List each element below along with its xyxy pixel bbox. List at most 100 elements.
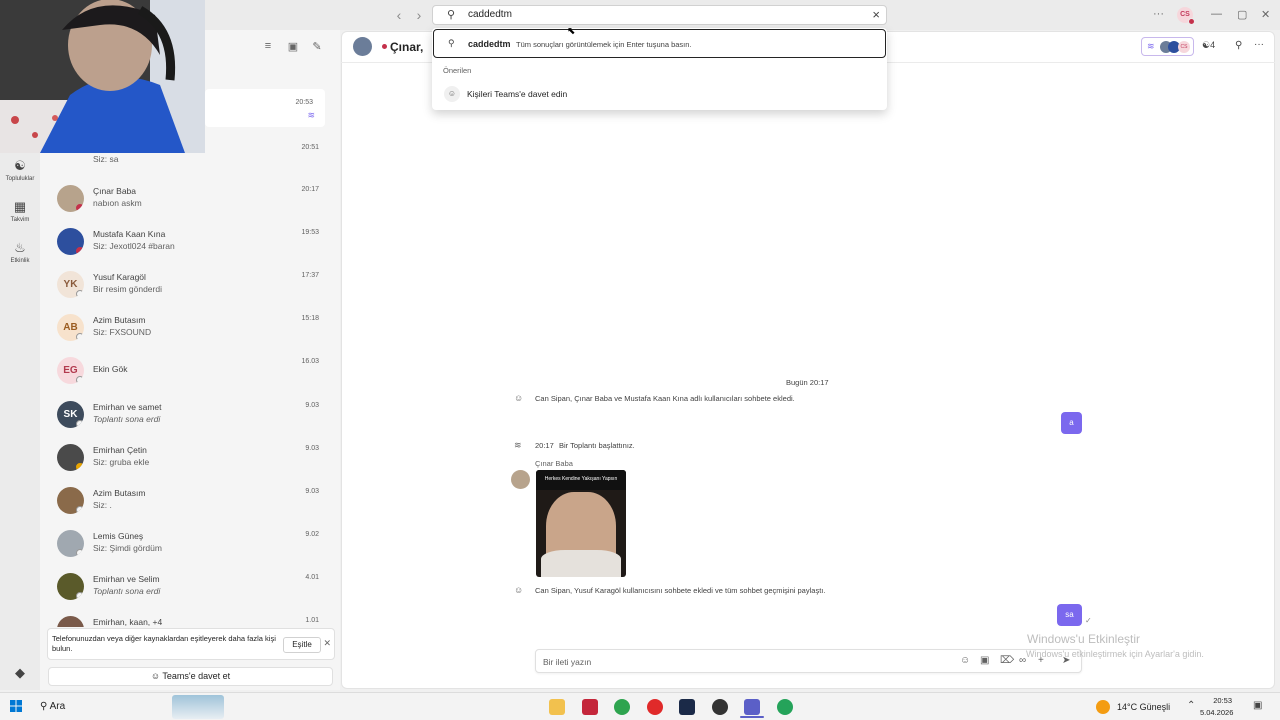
chat-name: Ekin Gök	[93, 364, 128, 374]
avatar	[57, 487, 84, 514]
close-window-button[interactable]: ✕	[1261, 8, 1270, 21]
clear-search-icon[interactable]: ×	[872, 7, 880, 22]
user-avatar[interactable]: CS	[1177, 7, 1195, 25]
participants-count[interactable]: ☯4	[1202, 40, 1215, 51]
teams-icon[interactable]	[744, 699, 760, 715]
windows-start-icon[interactable]	[10, 700, 22, 712]
chrome-icon[interactable]	[614, 699, 630, 715]
filter-icon[interactable]: ≡	[260, 40, 276, 56]
active-app-indicator	[740, 716, 764, 718]
add-person-icon: ☺	[150, 671, 161, 681]
app-icon[interactable]	[582, 699, 598, 715]
avatar: SK	[57, 401, 84, 428]
file-explorer-icon[interactable]	[549, 699, 565, 715]
premium-diamond-icon[interactable]: ◆	[0, 665, 40, 681]
audio-wave-icon: ≋	[307, 110, 315, 120]
avatar	[57, 530, 84, 557]
chat-time: 1.01	[305, 617, 319, 624]
avatar	[57, 573, 84, 600]
date-divider: Bugün 20:17	[786, 378, 829, 387]
new-chat-icon[interactable]: ✎	[309, 40, 325, 56]
suggestion-query: caddedtm	[468, 39, 511, 49]
search-highlight-image[interactable]	[172, 695, 224, 719]
group-avatar	[353, 37, 372, 56]
chat-row[interactable]: Azim Butasım Siz: . 9.03	[48, 484, 333, 527]
more-options-button[interactable]: ···	[1153, 8, 1164, 20]
rail-item-activity[interactable]: ♨ Etkinlik	[0, 240, 40, 264]
avatar	[57, 444, 84, 471]
emoji-icon[interactable]: ☺	[960, 655, 970, 666]
activation-watermark-title: Windows'u Etkinleştir	[1027, 632, 1140, 646]
close-notice-icon[interactable]: ✕	[323, 638, 331, 649]
avatar: CS	[1178, 41, 1190, 53]
status-busy-dot	[382, 44, 387, 49]
chat-name: Lemis Güneş	[93, 531, 144, 541]
system-message: Can Sipan, Yusuf Karagöl kullanıcısını s…	[535, 586, 826, 595]
back-arrow-icon[interactable]: ‹	[391, 7, 407, 23]
invite-people-suggestion[interactable]: ☺ Kişileri Teams'e davet edin	[433, 84, 886, 104]
chat-row[interactable]: Lemis Güneş Siz: Şimdi gördüm 9.02	[48, 527, 333, 570]
meeting-message: Bir Toplantı başlattınız.	[559, 441, 635, 450]
mouse-cursor: ⬉	[567, 26, 576, 37]
chat-row[interactable]: Emirhan, kaan, +4 1.01	[48, 613, 333, 627]
image-icon[interactable]: ▣	[980, 655, 989, 666]
chat-row[interactable]: Çınar Baba nabıon askm 20:17	[48, 182, 333, 225]
sync-button[interactable]: Eşitle	[283, 637, 321, 653]
app-icon[interactable]	[712, 699, 728, 715]
maximize-button[interactable]: ▢	[1237, 8, 1247, 21]
invite-label: Teams'e davet et	[162, 671, 231, 681]
steam-icon[interactable]	[679, 699, 695, 715]
avatar-initials: AB	[63, 322, 78, 333]
rail-item-communities[interactable]: ☯ Topluluklar	[0, 158, 40, 182]
add-person-icon: ☺	[514, 393, 524, 403]
clock-date[interactable]: 5.04.2026	[1200, 708, 1233, 717]
chat-title[interactable]: Çınar,	[390, 40, 423, 54]
invite-to-teams-button[interactable]: ☺ Teams'e davet et	[48, 667, 333, 686]
webcam-image	[0, 0, 205, 153]
chat-preview: Siz: .	[93, 500, 112, 510]
minimize-button[interactable]: —	[1211, 8, 1222, 20]
chat-row-selected[interactable]: 20:53 ≋	[205, 89, 325, 127]
message-bubble[interactable]: sa	[1057, 604, 1082, 626]
search-icon[interactable]: ⚲	[1235, 40, 1242, 51]
chat-name: Emirhan, kaan, +4	[93, 617, 163, 627]
chat-row[interactable]: AB Azim Butasım Siz: FXSOUND 15:18	[48, 311, 333, 354]
chat-time: 4.01	[305, 574, 319, 581]
sender-avatar	[511, 470, 530, 489]
call-participants-button[interactable]: ≋ CS	[1141, 37, 1194, 56]
chat-row[interactable]: YK Yusuf Karagöl Bir resim gönderdi 17:3…	[48, 268, 333, 311]
avatar	[57, 185, 84, 212]
weather-text[interactable]: 14°C Güneşli	[1117, 702, 1170, 712]
calendar-icon: ▦	[13, 199, 27, 214]
chevron-up-icon[interactable]: ⌃	[1187, 700, 1195, 711]
attach-icon[interactable]: ⌦	[1000, 655, 1014, 666]
search-input[interactable]: ⚲ caddedtm ×	[432, 5, 887, 25]
rail-label: Etkinlik	[10, 258, 30, 264]
notification-icon[interactable]: ▣	[1253, 700, 1262, 711]
chat-time: 20:17	[301, 186, 319, 193]
chat-row[interactable]: Mustafa Kaan Kına Siz: Jexotl024 #baran …	[48, 225, 333, 268]
clock-time[interactable]: 20:53	[1212, 696, 1232, 705]
message-bubble[interactable]: a	[1061, 412, 1082, 434]
shared-image[interactable]: Herkes Kendine Yakışanı Yapsın	[536, 470, 626, 577]
taskbar-search[interactable]: ⚲ Ara	[40, 701, 65, 712]
rail-item-calendar[interactable]: ▦ Takvim	[0, 199, 40, 223]
whatsapp-icon[interactable]	[777, 699, 793, 715]
audio-wave-icon: ≋	[1147, 41, 1155, 51]
chat-row[interactable]: Emirhan ve Selim Toplantı sona erdi 4.01	[48, 570, 333, 613]
chat-preview: Siz: Jexotl024 #baran	[93, 241, 175, 251]
chat-row[interactable]: EG Ekin Gök 16.03	[48, 354, 333, 397]
people-count: 4	[1210, 40, 1216, 50]
chat-time: 20:53	[295, 99, 313, 106]
video-call-icon[interactable]: ▣	[285, 40, 301, 56]
search-suggestion-row[interactable]: ⚲ caddedtm Tüm sonuçları görüntülemek iç…	[433, 29, 886, 58]
chat-name: Yusuf Karagöl	[93, 272, 146, 282]
media-app-icon[interactable]	[647, 699, 663, 715]
chat-time: 9.02	[305, 531, 319, 538]
more-options-icon[interactable]: ···	[1254, 39, 1264, 50]
people-icon: ☯	[14, 158, 26, 173]
chat-row[interactable]: SK Emirhan ve samet Toplantı sona erdi 9…	[48, 398, 333, 441]
taskbar-search-label: Ara	[49, 701, 66, 712]
forward-arrow-icon[interactable]: ›	[411, 7, 427, 23]
chat-row[interactable]: Emirhan Çetin Siz: gruba ekle 9.03	[48, 441, 333, 484]
